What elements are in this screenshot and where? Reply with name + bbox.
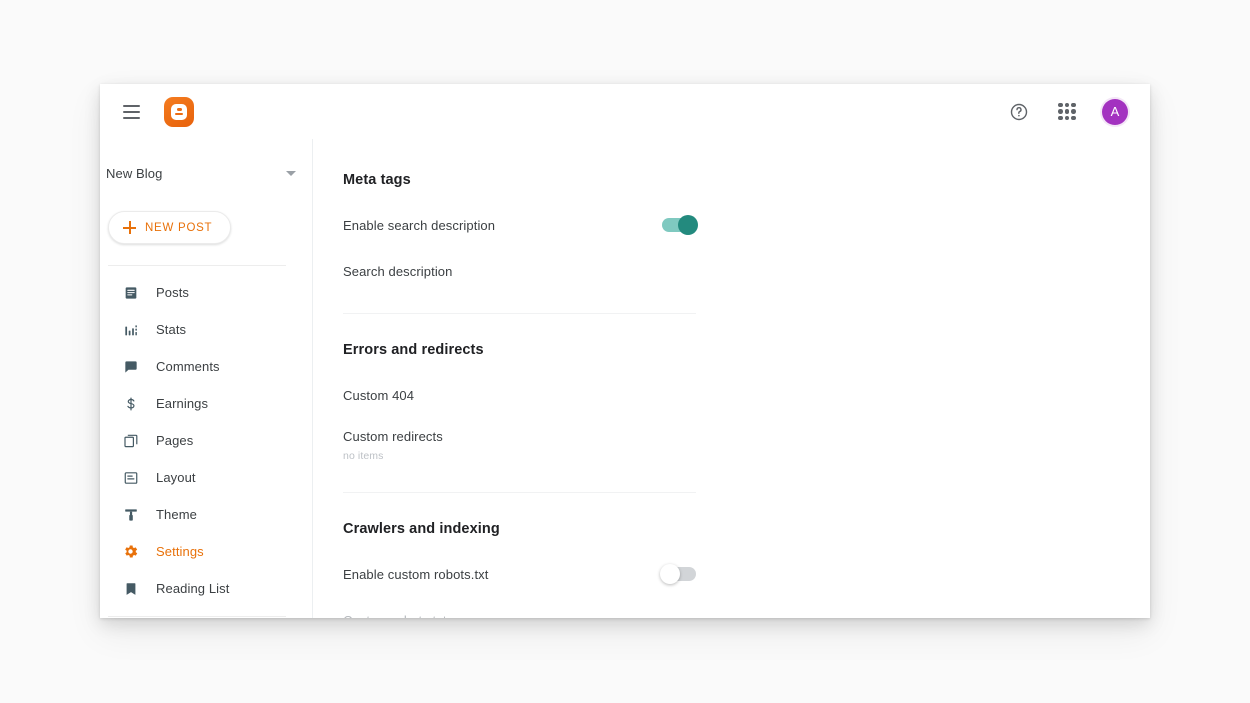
sidebar-item-comments[interactable]: Comments [100,348,312,385]
setting-custom-redirects[interactable]: Custom redirects no items [343,429,696,462]
top-bar-actions: A [1006,98,1128,125]
sidebar-item-label: Stats [156,322,187,337]
setting-label: Custom robots.txt [343,613,447,619]
section-crawlers-and-indexing: Crawlers and indexing Enable custom robo… [343,521,696,618]
sidebar-item-label: Layout [156,470,196,485]
sidebar-item-earnings[interactable]: Earnings [100,385,312,422]
sidebar-item-label: Earnings [156,396,209,411]
setting-enable-custom-robots-txt[interactable]: Enable custom robots.txt [343,562,696,586]
blog-selector[interactable]: New Blog [100,155,312,191]
dollar-icon [122,395,139,412]
sidebar-divider-bottom [108,616,286,617]
top-app-bar: A [100,84,1150,139]
new-post-button[interactable]: NEW POST [108,211,232,244]
setting-label: Enable search description [343,217,496,233]
pages-icon [122,432,139,449]
avatar[interactable]: A [1102,98,1128,125]
setting-label: Custom 404 [343,387,415,403]
toggle-enable-search-description[interactable] [662,215,698,235]
blogger-logo-icon[interactable] [164,96,194,127]
sidebar-item-label: Settings [156,544,204,559]
sidebar-item-settings[interactable]: Settings [100,533,312,570]
sidebar-item-label: Reading List [156,581,230,596]
setting-enable-search-description[interactable]: Enable search description [343,213,698,237]
gear-icon [122,543,139,560]
plus-icon [123,221,136,234]
section-title: Errors and redirects [343,342,484,358]
blogger-logo-glyph [171,103,187,120]
setting-search-description[interactable]: Search description [343,259,696,283]
hamburger-menu-icon[interactable] [114,95,148,129]
setting-label: Search description [343,263,453,279]
settings-content: Meta tags Enable search description Sear… [313,139,1150,618]
window-body: New Blog NEW POST Posts Stats Comments E… [100,139,1150,618]
theme-brush-icon [122,506,139,523]
sidebar-item-label: Posts [156,285,190,300]
sidebar: New Blog NEW POST Posts Stats Comments E… [100,139,313,618]
section-title: Meta tags [343,172,411,188]
setting-label: Enable custom robots.txt [343,566,489,582]
sidebar-item-reading-list[interactable]: Reading List [100,570,312,607]
sidebar-item-posts[interactable]: Posts [100,274,312,311]
layout-icon [122,469,139,486]
stats-bar-icon [122,321,139,338]
section-title: Crawlers and indexing [343,521,500,537]
sidebar-item-label: Theme [156,507,197,522]
apps-grid-icon[interactable] [1058,102,1076,121]
posts-icon [122,284,139,301]
chevron-down-icon [286,170,296,176]
section-errors-and-redirects: Errors and redirects Custom 404 Custom r… [343,342,696,462]
sidebar-nav-list: Posts Stats Comments Earnings Pages Layo… [100,266,312,607]
section-divider [343,492,696,493]
sidebar-item-layout[interactable]: Layout [100,459,312,496]
toggle-enable-custom-robots-txt[interactable] [660,564,696,584]
new-post-label: NEW POST [145,221,213,234]
setting-custom-robots-txt[interactable]: Custom robots.txt [343,608,696,619]
toggle-knob [660,564,680,584]
sidebar-item-stats[interactable]: Stats [100,311,312,348]
setting-sub-value: no items [343,450,384,462]
comments-icon [122,358,139,375]
sidebar-item-label: Pages [156,433,194,448]
bookmark-icon [122,580,139,597]
sidebar-item-label: Comments [156,359,220,374]
blog-name-label: New Blog [106,165,163,181]
setting-custom-404[interactable]: Custom 404 [343,383,696,407]
section-divider [343,313,696,314]
sidebar-item-theme[interactable]: Theme [100,496,312,533]
section-meta-tags: Meta tags Enable search description Sear… [343,172,698,283]
sidebar-item-pages[interactable]: Pages [100,422,312,459]
help-circle-icon[interactable] [1006,99,1032,125]
toggle-knob [678,215,698,235]
setting-label: Custom redirects [343,429,443,444]
blogger-app-window: A New Blog NEW POST Posts Stats Comments… [100,84,1150,618]
